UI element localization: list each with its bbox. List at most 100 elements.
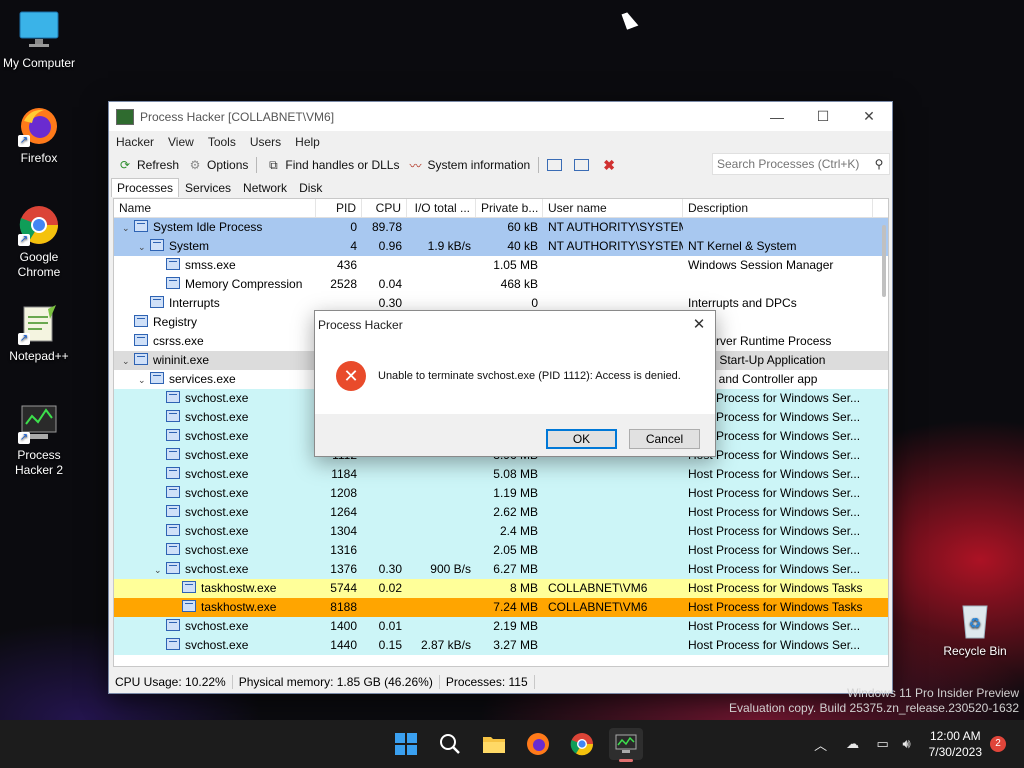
process-row[interactable]: taskhostw.exe 5744 0.02 8 MB COLLABNET\VM6 Ho… <box>114 579 888 598</box>
cancel-button[interactable]: Cancel <box>629 429 700 449</box>
file-explorer-button[interactable] <box>477 728 511 760</box>
tab-disk[interactable]: Disk <box>293 178 328 197</box>
process-row[interactable]: svchost.exe 1184 5.08 MB Host Process for W… <box>114 465 888 484</box>
tab-services[interactable]: Services <box>179 178 237 197</box>
options-button[interactable]: ⚙ Options <box>183 158 252 172</box>
column-description[interactable]: Description <box>683 199 873 217</box>
window-find-button[interactable] <box>570 159 597 171</box>
onedrive-icon[interactable]: ☁ <box>841 736 865 752</box>
desktop-icon-my-computer[interactable]: My Computer <box>1 10 77 71</box>
process-row[interactable]: smss.exe 436 1.05 MB Windows Session Manage… <box>114 256 888 275</box>
process-pid-cell: 0 <box>350 220 357 234</box>
process-name-cell: svchost.exe <box>114 636 316 655</box>
menu-view[interactable]: View <box>161 135 201 149</box>
process-row[interactable]: svchost.exe 1316 2.05 MB Host Process for W… <box>114 541 888 560</box>
process-row[interactable]: svchost.exe 1440 0.15 2.87 kB/s 3.27 MB Host … <box>114 636 888 655</box>
firefox-icon <box>527 733 549 755</box>
process-name: svchost.exe <box>185 429 249 443</box>
process-row[interactable]: Memory Compression 2528 0.04 468 kB <box>114 275 888 294</box>
app-icon <box>116 108 134 125</box>
process-icon <box>182 600 196 612</box>
process-priv-cell: 2.05 MB <box>493 543 538 557</box>
process-icon <box>166 543 180 555</box>
vertical-scrollbar[interactable] <box>882 225 886 297</box>
process-name: wininit.exe <box>153 353 210 367</box>
close-icon[interactable]: ✕ <box>846 102 892 131</box>
column-user-name[interactable]: User name <box>543 199 683 217</box>
start-button[interactable] <box>389 728 423 760</box>
process-name: svchost.exe <box>185 562 249 576</box>
process-name: csrss.exe <box>153 334 204 348</box>
refresh-button[interactable]: ⟳ Refresh <box>113 158 183 172</box>
status-memory: Physical memory: 1.85 GB (46.26%) <box>233 675 440 689</box>
process-row[interactable]: ⌄ svchost.exe 1376 0.30 900 B/s 6.27 MB Host P… <box>114 560 888 579</box>
column-io-total[interactable]: I/O total ... <box>407 199 476 217</box>
maximize-icon[interactable]: ☐ <box>800 102 846 131</box>
chevron-down-icon[interactable]: ⌄ <box>138 238 150 256</box>
process-name: System Idle Process <box>153 220 263 234</box>
chevron-down-icon[interactable]: ⌄ <box>154 561 166 579</box>
title-bar[interactable]: Process Hacker [COLLABNET\VM6] — ☐ ✕ <box>109 102 892 131</box>
process-row[interactable]: taskhostw.exe 8188 7.24 MB COLLABNET\VM6 Hos… <box>114 598 888 617</box>
search-box[interactable]: ⚲ <box>712 153 890 175</box>
search-taskbar-button[interactable] <box>433 728 467 760</box>
desktop-icon-process-hacker[interactable]: ↗ Process Hacker 2 <box>1 402 77 478</box>
menu-hacker[interactable]: Hacker <box>109 135 161 149</box>
process-row[interactable]: svchost.exe 1208 1.19 MB Host Process for W… <box>114 484 888 503</box>
process-row[interactable]: ⌄ System Idle Process 0 89.78 60 kB NT AUTHOR… <box>114 218 888 237</box>
process-user-cell <box>543 256 683 275</box>
process-icon <box>182 581 196 593</box>
process-row[interactable]: svchost.exe 1304 2.4 MB Host Process for Wi… <box>114 522 888 541</box>
process-row[interactable]: ⌄ System 4 0.96 1.9 kB/s 40 kB NT AUTHORITY\SY… <box>114 237 888 256</box>
dialog-buttons: OK Cancel <box>546 429 700 449</box>
network-icon[interactable]: ▭ <box>871 736 895 752</box>
clock[interactable]: 12:00 AM 7/30/2023 <box>929 728 982 760</box>
notification-badge[interactable]: 2 <box>990 736 1006 752</box>
process-name-cell: svchost.exe <box>114 617 316 636</box>
search-icon[interactable]: ⚲ <box>869 157 889 171</box>
desktop-icon-recycle-bin[interactable]: ♻ Recycle Bin <box>937 598 1013 659</box>
process-hacker-taskbar-button[interactable] <box>609 728 643 762</box>
find-handles-button[interactable]: ⧉ Find handles or DLLs <box>261 158 403 173</box>
process-row[interactable]: svchost.exe 1264 2.62 MB Host Process for W… <box>114 503 888 522</box>
menu-users[interactable]: Users <box>243 135 288 149</box>
process-name: svchost.exe <box>185 391 249 405</box>
process-pid-cell: 1376 <box>330 562 357 576</box>
process-user-cell: COLLABNET\VM6 <box>548 581 648 595</box>
tab-network[interactable]: Network <box>237 178 293 197</box>
system-information-label: System information <box>427 158 531 172</box>
desktop-icon-notepadpp[interactable]: ↗ Notepad++ <box>1 303 77 364</box>
column-private-bytes[interactable]: Private b... <box>476 199 543 217</box>
tab-bar: Processes Services Network Disk <box>109 177 892 197</box>
chrome-taskbar-button[interactable] <box>565 728 599 760</box>
process-row[interactable]: svchost.exe 1400 0.01 2.19 MB Host Process f… <box>114 617 888 636</box>
menu-bar: Hacker View Tools Users Help <box>109 131 892 153</box>
column-name[interactable]: Name <box>114 199 316 217</box>
monitor-icon <box>18 10 60 52</box>
chevron-up-icon[interactable]: ︿ <box>809 735 833 754</box>
chevron-down-icon[interactable]: ⌄ <box>122 352 134 370</box>
terminate-button[interactable]: ✖ <box>597 157 625 173</box>
chevron-down-icon[interactable]: ⌄ <box>122 219 134 237</box>
desktop-icon-chrome[interactable]: ↗ Google Chrome <box>1 204 77 280</box>
process-pid-cell: 1208 <box>330 486 357 500</box>
search-input[interactable] <box>713 156 869 172</box>
menu-help[interactable]: Help <box>288 135 327 149</box>
dialog-close-icon[interactable]: ✕ <box>689 315 709 333</box>
column-pid[interactable]: PID <box>316 199 362 217</box>
minimize-icon[interactable]: — <box>754 102 800 131</box>
desktop-icon-label: Recycle Bin <box>943 644 1007 658</box>
firefox-taskbar-button[interactable] <box>521 728 555 760</box>
window-button[interactable] <box>543 159 570 171</box>
tab-processes[interactable]: Processes <box>111 178 180 197</box>
process-name-cell: svchost.exe <box>114 427 316 446</box>
volume-icon[interactable]: 🔊︎ <box>895 736 919 752</box>
dialog-title-bar[interactable]: Process Hacker ✕ <box>315 311 715 338</box>
column-cpu[interactable]: CPU <box>362 199 407 217</box>
menu-tools[interactable]: Tools <box>201 135 243 149</box>
chevron-down-icon[interactable]: ⌄ <box>138 371 150 389</box>
ok-button[interactable]: OK <box>546 429 617 449</box>
desktop-icon-firefox[interactable]: ↗ Firefox <box>1 105 77 166</box>
system-information-button[interactable]: 〰 System information <box>403 158 534 173</box>
process-name-cell: ⌄ svchost.exe <box>114 560 316 579</box>
